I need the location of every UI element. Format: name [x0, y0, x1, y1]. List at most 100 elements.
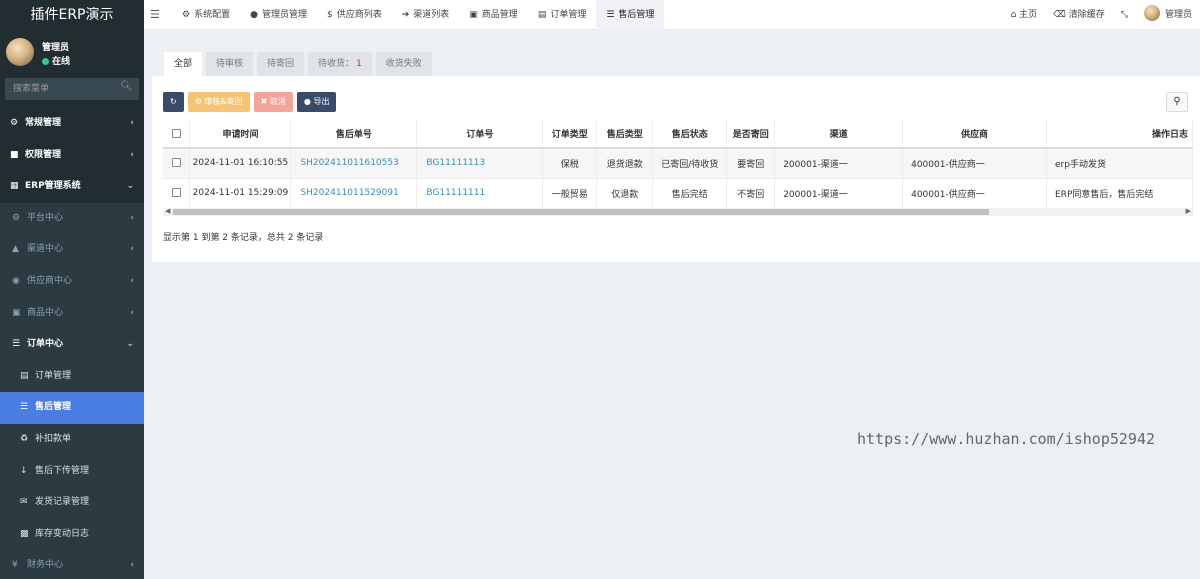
tab-goods-manage[interactable]: ▣ 商品管理 — [459, 0, 528, 30]
sidebar-item-deduction[interactable]: ♻ 补扣款单 — [0, 423, 144, 456]
audit-label: 审核&寄回 — [204, 97, 243, 106]
sidebar-item-label: 商品中心 — [27, 307, 64, 318]
order-no-link[interactable]: BG11111111 — [416, 178, 544, 209]
column-header[interactable]: 售后类型 — [596, 120, 654, 149]
sidebar-item-erp[interactable]: ▦ ERP管理系统 ⌄ — [0, 171, 144, 203]
tab-aftersale-manage[interactable]: ☰ 售后管理 — [596, 0, 665, 30]
return-flag-cell: 要寄回 — [726, 148, 776, 179]
column-header[interactable]: 售后状态 — [652, 120, 728, 149]
status-tabs: 全部 待审核 待寄回 待收货： 1 收货失败 — [164, 52, 436, 76]
sidebar-item-order-manage[interactable]: ▤ 订单管理 — [0, 360, 144, 393]
topbar: ☰ ⚙ 系统配置 ● 管理员管理 $ 供应商列表 ➔ 渠道列表 ▣ 商品管理 ▤ 订单管理 … — [144, 0, 1200, 30]
home-label: 主页 — [1019, 10, 1038, 20]
channel-cell: 200001-渠道一 — [774, 148, 904, 179]
tab-label: 管理员管理 — [261, 10, 307, 20]
aftersale-no-link[interactable]: SH202411011610553 — [290, 148, 418, 179]
refresh-button[interactable]: ↻ — [163, 92, 184, 112]
sidebar-item-channel[interactable]: ▲ 渠道中心 ‹ — [0, 234, 144, 266]
select-all-checkbox[interactable] — [171, 128, 181, 138]
clear-cache-label: 清除缓存 — [1068, 10, 1105, 20]
sidebar-item-supplier[interactable]: ◉ 供应商中心 ‹ — [0, 265, 144, 298]
tab-system-config[interactable]: ⚙ 系统配置 — [172, 0, 240, 30]
scroll-thumb[interactable] — [173, 209, 989, 215]
app-title[interactable]: 插件ERP演示 — [0, 0, 144, 30]
status-tabs-bar: 全部 待审核 待寄回 待收货： 1 收货失败 — [152, 38, 1200, 76]
share-icon: ➔ — [401, 10, 410, 20]
menu-toggle-icon[interactable]: ☰ — [150, 0, 160, 30]
chevron-left-icon: ‹ — [130, 560, 134, 571]
menu-search-input[interactable] — [5, 78, 115, 100]
column-header[interactable]: 售后单号 — [290, 120, 418, 149]
audit-return-button[interactable]: ⚙ 审核&寄回 — [187, 92, 250, 112]
sidebar-item-finance[interactable]: ¥ 财务中心 ‹ — [0, 550, 144, 579]
cancel-label: 取消 — [269, 97, 286, 106]
toolbar: ↻ ⚙ 审核&寄回 ✖ 取消 ● 导出 — [163, 92, 340, 112]
aftersale-no-link[interactable]: SH202411011529091 — [290, 178, 418, 209]
sidebar-item-aftersale[interactable]: ☰ 售后管理 — [0, 392, 144, 424]
row-checkbox[interactable] — [171, 188, 181, 197]
tab-channel-list[interactable]: ➔ 渠道列表 — [392, 0, 460, 30]
export-label: 导出 — [313, 97, 330, 106]
search-icon[interactable]: 🔍︎ — [120, 81, 133, 92]
user-panel: 管理员 在线 — [0, 30, 144, 70]
tab-order-manage[interactable]: ▤ 订单管理 — [528, 0, 597, 30]
sidebar-item-aftersale-push[interactable]: ↓ 售后下传管理 — [0, 455, 144, 488]
table-row[interactable]: 2024-11-01 15:29:09 SH202411011529091 BG… — [163, 178, 1193, 209]
fullscreen-button[interactable]: ⤡ — [1113, 0, 1136, 30]
column-header[interactable]: 渠道 — [774, 120, 904, 149]
column-header[interactable]: 订单类型 — [542, 120, 598, 149]
user-menu[interactable]: 管理员 — [1136, 0, 1200, 30]
cart-icon: ▤ — [537, 10, 547, 20]
dollar-icon: $ — [326, 10, 333, 20]
chevron-down-icon: ⌄ — [126, 181, 134, 192]
cancel-button[interactable]: ✖ 取消 — [253, 92, 293, 112]
column-header[interactable]: 是否寄回 — [726, 120, 776, 149]
home-link[interactable]: ⌂ 主页 — [1003, 0, 1046, 30]
apply-time-cell: 2024-11-01 16:10:55 — [189, 148, 292, 179]
sidebar-item-shipping-log[interactable]: ✉ 发货记录管理 — [0, 487, 144, 519]
table-row[interactable]: 2024-11-01 16:10:55 SH202411011610553 BG… — [163, 148, 1193, 179]
sidebar-item-goods[interactable]: ▣ 商品中心 ‹ — [0, 297, 144, 330]
column-header[interactable]: 申请时间 — [189, 120, 292, 149]
aftersale-table: 申请时间 售后单号 订单号 订单类型 售后类型 售后状态 是否寄回 渠道 供应商… — [163, 120, 1193, 209]
sidebar-item-auth[interactable]: ■ 权限管理 ‹ — [0, 140, 144, 172]
export-button[interactable]: ● 导出 — [296, 92, 337, 112]
yen-icon: ¥ — [12, 560, 18, 571]
return-flag-cell: 不寄回 — [726, 178, 776, 209]
operation-log-cell: ERP同意售后，售后完结 — [1046, 178, 1193, 209]
sidebar: 插件ERP演示 管理员 在线 🔍︎ ⚙ 常规管理 ‹ ■ 权限管理 ‹ ▦ ERP管理系统… — [0, 0, 144, 579]
chevron-left-icon: ‹ — [130, 149, 134, 160]
scroll-right-arrow-icon[interactable]: ▶ — [1186, 207, 1191, 215]
sitemap-icon: ▲ — [12, 244, 19, 255]
sidebar-item-stock-log[interactable]: ▩ 库存变动日志 — [0, 518, 144, 551]
user-menu-label: 管理员 — [1164, 10, 1192, 20]
tab-label: 待收货： — [318, 59, 355, 69]
aftersale-status-cell: 已寄回/待收货 — [652, 148, 728, 179]
column-header[interactable]: 订单号 — [416, 120, 544, 149]
sidebar-item-label: 库存变动日志 — [35, 528, 90, 539]
sidebar-item-label: 常规管理 — [25, 118, 62, 128]
column-header[interactable]: 供应商 — [902, 120, 1047, 149]
tab-pending-receipt[interactable]: 待收货： 1 — [308, 52, 372, 76]
scroll-left-arrow-icon[interactable]: ◀ — [165, 207, 170, 215]
column-header[interactable]: 操作日志 — [1046, 120, 1193, 149]
order-type-cell: 一般贸易 — [542, 178, 598, 209]
horizontal-scrollbar[interactable]: ◀ ▶ — [163, 207, 1193, 216]
clear-cache-button[interactable]: ⌫ 清除缓存 — [1045, 0, 1113, 30]
sidebar-item-general[interactable]: ⚙ 常规管理 ‹ — [0, 108, 144, 140]
tab-admin-manage[interactable]: ● 管理员管理 — [240, 0, 317, 30]
row-checkbox[interactable] — [171, 158, 181, 168]
search-toggle-button[interactable]: ⚲ — [1166, 92, 1188, 112]
sidebar-item-order-center[interactable]: ☰ 订单中心 ⌄ — [0, 329, 144, 361]
tab-receipt-failed[interactable]: 收货失败 — [375, 52, 432, 76]
tab-pending-return[interactable]: 待寄回 — [257, 52, 305, 76]
main-panel: 全部 待审核 待寄回 待收货： 1 收货失败 ↻ ⚙ 审核&寄回 ✖ 取消 ● 导… — [152, 38, 1200, 262]
table-icon: ▦ — [10, 181, 19, 192]
channel-cell: 200001-渠道一 — [774, 178, 904, 209]
supplier-cell: 400001-供应商一 — [902, 178, 1047, 209]
tab-pending-review[interactable]: 待审核 — [206, 52, 254, 76]
tab-supplier-list[interactable]: $ 供应商列表 — [317, 0, 392, 30]
sidebar-item-platform[interactable]: ⚙ 平台中心 ‹ — [0, 202, 144, 235]
tab-all[interactable]: 全部 — [164, 52, 203, 76]
order-no-link[interactable]: BG11111113 — [416, 148, 544, 179]
